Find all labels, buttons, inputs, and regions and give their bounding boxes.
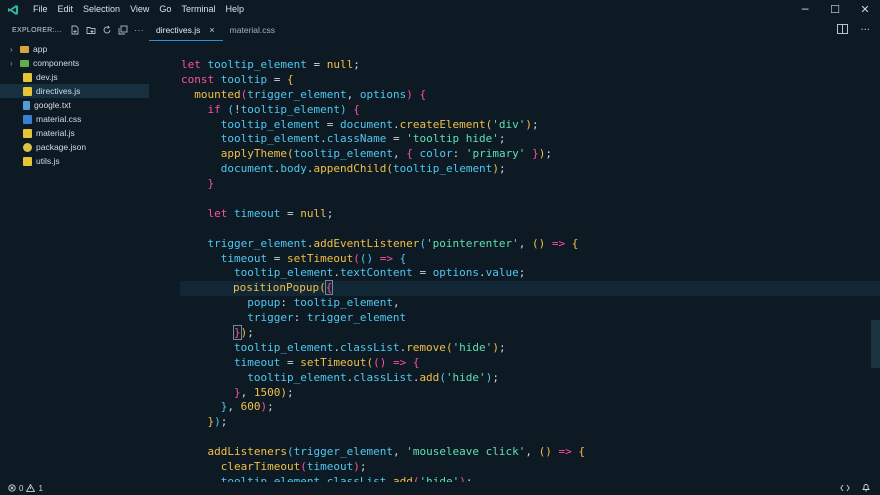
file-tree: › app › components dev.js directives.js …: [0, 42, 149, 168]
menu-help[interactable]: Help: [220, 0, 249, 19]
menu-terminal[interactable]: Terminal: [176, 0, 220, 19]
tree-item-label: dev.js: [36, 72, 58, 82]
tree-folder-app[interactable]: › app: [0, 42, 149, 56]
error-count: 0: [19, 484, 24, 493]
explorer-header: EXPLORER:... ···: [0, 19, 149, 41]
tree-item-label: app: [33, 44, 48, 54]
title-bar: File Edit Selection View Go Terminal Hel…: [0, 0, 880, 19]
tree-item-label: directives.js: [36, 86, 81, 96]
close-button[interactable]: ✕: [850, 0, 880, 19]
code-line-current: positionPopup({: [180, 280, 880, 297]
js-file-icon: [23, 72, 32, 82]
tree-item-label: material.js: [36, 128, 75, 138]
code-line: document.body.appendChild(tooltip_elemen…: [220, 162, 506, 176]
menu-edit[interactable]: Edit: [53, 0, 79, 19]
code-line: trigger_element.addEventListener('pointe…: [207, 236, 579, 250]
code-line: const tooltip = {: [181, 72, 294, 86]
json-file-icon: [23, 142, 32, 152]
code-line: if (!tooltip_element) {: [207, 102, 360, 116]
collapse-all-icon[interactable]: [118, 25, 129, 36]
code-line: tooltip_element.textContent = options.va…: [233, 266, 526, 280]
tree-item-label: google.txt: [34, 100, 71, 110]
code-line: tooltip_element = document.createElement…: [220, 117, 539, 131]
code-line: tooltip_element.classList.remove('hide')…: [233, 340, 506, 354]
menu-view[interactable]: View: [125, 0, 154, 19]
tree-file-material-css[interactable]: material.css: [0, 112, 149, 126]
vertical-scrollbar[interactable]: [871, 320, 880, 368]
status-bar: 0 1: [0, 482, 880, 495]
tree-item-label: components: [33, 58, 80, 68]
close-icon[interactable]: ×: [209, 25, 214, 35]
menu-file[interactable]: File: [28, 0, 53, 19]
warning-count: 1: [38, 484, 43, 493]
vscode-logo-icon: [6, 3, 20, 17]
code-line: tooltip_element.classList.add('hide');: [220, 474, 473, 482]
tree-file-utils-js[interactable]: utils.js: [0, 154, 149, 168]
code-line: let tooltip_element = null;: [181, 58, 360, 71]
code-line: }, 600);: [220, 400, 274, 414]
tree-file-package-json[interactable]: package.json: [0, 140, 149, 154]
code-line: timeout = setTimeout(() => {: [220, 251, 407, 265]
tree-file-dev-js[interactable]: dev.js: [0, 70, 149, 84]
refresh-icon[interactable]: [102, 25, 113, 36]
tree-item-label: utils.js: [36, 156, 60, 166]
code-brackets-icon[interactable]: [840, 484, 850, 494]
menu-go[interactable]: Go: [154, 0, 176, 19]
code-line: popup: tooltip_element,: [247, 296, 400, 310]
code-line: tooltip_element.classList.add('hide');: [247, 370, 499, 384]
text-file-icon: [23, 100, 30, 110]
tab-directives-js[interactable]: directives.js ×: [149, 19, 223, 41]
folder-icon: [20, 45, 29, 53]
tree-file-directives-js[interactable]: directives.js: [0, 84, 149, 98]
maximize-button[interactable]: ☐: [820, 0, 850, 19]
minimize-button[interactable]: ─: [790, 0, 820, 19]
more-actions-icon[interactable]: ···: [860, 25, 870, 36]
new-file-icon[interactable]: [70, 25, 81, 36]
code-line: applyTheme(tooltip_element, { color: 'pr…: [220, 147, 552, 161]
tree-file-google-txt[interactable]: google.txt: [0, 98, 149, 112]
code-line: }, 1500);: [233, 385, 294, 399]
more-actions-icon[interactable]: ···: [134, 25, 145, 36]
explorer-title: EXPLORER:...: [12, 26, 62, 34]
new-folder-icon[interactable]: [86, 25, 97, 36]
tab-bar: directives.js × material.css ···: [149, 19, 880, 41]
tree-file-material-js[interactable]: material.js: [0, 126, 149, 140]
code-line: mounted(trigger_element, options) {: [194, 87, 427, 101]
folder-icon: [20, 59, 29, 67]
tab-label: directives.js: [156, 24, 201, 35]
menu-selection[interactable]: Selection: [78, 0, 125, 19]
error-icon: [8, 483, 16, 494]
code-line: let timeout = null;: [207, 206, 334, 220]
code-line: addListeners(trigger_element, 'mouseleav…: [207, 445, 586, 459]
split-editor-icon[interactable]: [837, 23, 849, 37]
tree-item-label: package.json: [36, 142, 87, 152]
js-file-icon: [23, 156, 32, 166]
code-line: });: [233, 325, 254, 341]
code-line: tooltip_element.className = 'tooltip hid…: [220, 132, 506, 146]
code-line: clearTimeout(timeout);: [220, 460, 367, 474]
tree-folder-components[interactable]: › components: [0, 56, 149, 70]
code-editor[interactable]: let tooltip_element = null; const toolti…: [149, 41, 880, 482]
code-line: timeout = setTimeout(() => {: [233, 355, 420, 369]
code-line: });: [207, 415, 228, 429]
js-file-icon: [23, 86, 32, 96]
warning-icon: [26, 483, 36, 494]
problems-indicator[interactable]: 0 1: [0, 483, 43, 494]
chevron-right-icon: ›: [10, 44, 13, 54]
explorer-sidebar: EXPLORER:... ··· › app › components dev.…: [0, 19, 149, 482]
notifications-bell-icon[interactable]: [862, 483, 870, 494]
tab-label: material.css: [229, 25, 276, 35]
code-line: }: [207, 177, 215, 191]
code-content: let tooltip_element = null; const toolti…: [180, 58, 880, 482]
tab-material-css[interactable]: material.css: [223, 19, 283, 41]
tree-item-label: material.css: [36, 114, 82, 124]
code-line: trigger: trigger_element: [247, 311, 407, 325]
js-file-icon: [23, 128, 32, 138]
css-file-icon: [23, 114, 32, 124]
chevron-right-icon: ›: [10, 58, 13, 68]
